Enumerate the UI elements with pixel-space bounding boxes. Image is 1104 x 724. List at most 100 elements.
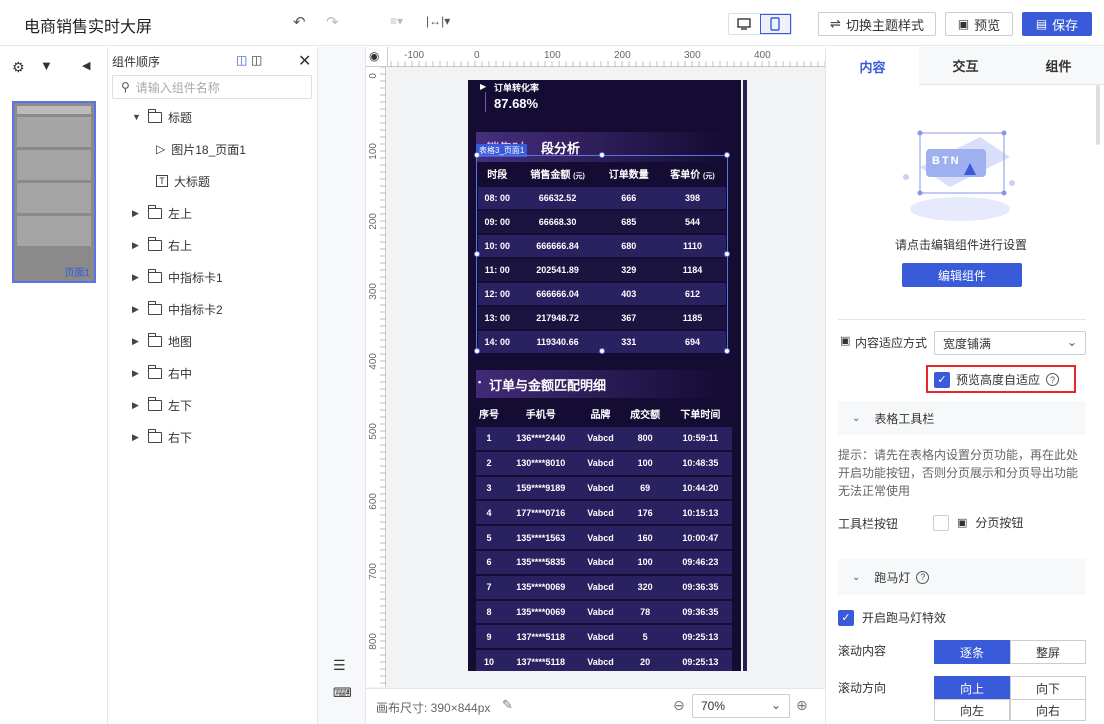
desktop-icon[interactable] (729, 14, 760, 34)
help-icon[interactable]: ? (916, 570, 930, 584)
resize-handle[interactable] (724, 348, 730, 354)
table-cell: 612 (684, 289, 700, 299)
edit-illustration: BTN (900, 127, 1018, 227)
table-row: 11: 00 202541.89 329 1184 (478, 259, 726, 281)
toolbar-tip: 提示：请先在表格内设置分页功能，再在此处开启功能按钮，否则分页展示和分页导出功能… (838, 448, 1079, 498)
table-cell: Vabcd (587, 458, 614, 469)
layout-toggle-icon[interactable]: ◫ (236, 53, 247, 67)
scroll-dir-up[interactable]: 向上 (934, 676, 1010, 700)
distribute-icon[interactable]: |↔|▾ (426, 14, 450, 28)
zoom-select[interactable]: 70% ⌄ (692, 694, 790, 718)
table-cell: Vabcd (587, 631, 614, 642)
undo-icon[interactable]: ↶ (293, 13, 306, 31)
preview-button[interactable]: ▣ 预览 (945, 12, 1013, 36)
phone-preview[interactable]: ▶ 订单转化率 87.68% 销售时 段分析 表格3_页面1 时段 销售金额 (… (468, 80, 741, 671)
help-icon[interactable]: ? (1046, 373, 1060, 386)
tree-folder[interactable]: ▶ 右中 (132, 361, 192, 385)
ruler-top-label: -100 (404, 50, 424, 61)
layout-split-icon[interactable]: ◫ (251, 53, 262, 67)
scroll-dir-left[interactable]: 向左 (934, 699, 1010, 721)
folder-icon (147, 364, 162, 379)
properties-panel: 内容 交互 组件 BTN 请点击编辑组件进行设置 编辑组件 ▣ 内容适应方式 宽… (825, 47, 1104, 724)
search-input[interactable]: ⚲ 请输入组件名称 (112, 75, 312, 99)
tree-folder[interactable]: ▶ 右上 (132, 233, 192, 257)
folder-icon (147, 428, 162, 443)
switch-theme-button[interactable]: ⇌ 切换主题样式 (818, 12, 936, 36)
scroll-dir-right[interactable]: 向右 (1010, 699, 1086, 721)
phone-scrollbar[interactable] (743, 80, 747, 671)
tab-content[interactable]: 内容 (826, 47, 919, 85)
tree-folder[interactable]: ▶ 左上 (132, 201, 192, 225)
illustration-text: BTN (932, 155, 961, 167)
scroll-content-item[interactable]: 逐条 (934, 640, 1010, 664)
table-row: 1 136****2440 Vabcd 800 10:59:11 (476, 427, 732, 450)
resize-handle[interactable] (599, 152, 605, 158)
table-cell: 135****0069 (516, 582, 566, 593)
edit-component-button[interactable]: 编辑组件 (902, 263, 1022, 287)
ruler-corner[interactable]: ◉ (366, 47, 388, 67)
scroll-dir-down[interactable]: 向下 (1010, 676, 1086, 700)
keyboard-icon[interactable]: ⌨ (333, 685, 352, 701)
eye-icon[interactable]: ◉ (369, 49, 379, 63)
ruler-left-label: 500 (368, 423, 379, 440)
tab-component[interactable]: 组件 (1012, 47, 1104, 85)
resize-handle[interactable] (599, 348, 605, 354)
tree-root[interactable]: ▼ 标题 (132, 105, 192, 129)
collapse-left-icon[interactable]: ◀ (82, 59, 90, 72)
tree-folder[interactable]: ▶ 中指标卡2 (132, 297, 223, 321)
table-cell: 66632.52 (538, 193, 577, 203)
resize-handle[interactable] (474, 348, 480, 354)
edit-size-icon[interactable]: ✎ (502, 697, 513, 713)
tab-interaction[interactable]: 交互 (919, 47, 1012, 85)
table-cell: 137****5118 (516, 631, 566, 642)
fit-select[interactable]: 宽度铺满 ⌄ (934, 331, 1086, 355)
table-cell: 135****1563 (516, 532, 566, 543)
ruler-left-label: 800 (368, 633, 379, 650)
close-icon[interactable]: ✕ (298, 51, 311, 71)
table-cell: 9 (486, 631, 492, 642)
paging-button-checkbox[interactable]: ▣ 分页按钮 (933, 514, 1023, 531)
checkbox-checked-icon[interactable]: ✓ (934, 371, 950, 388)
marquee-enable-checkbox[interactable]: ✓ 开启跑马灯特效 (838, 609, 946, 626)
resize-handle[interactable] (474, 251, 480, 257)
toolbar-section-header[interactable]: ⌄ 表格工具栏 (838, 401, 1086, 435)
checkbox-unchecked-icon[interactable] (933, 514, 949, 531)
scroll-content-screen[interactable]: 整屏 (1010, 640, 1086, 664)
save-button[interactable]: ▤ 保存 (1022, 12, 1092, 36)
tree-folder[interactable]: ▶ 中指标卡1 (132, 265, 223, 289)
mobile-icon[interactable] (759, 14, 791, 34)
tree-item-title[interactable]: T 大标题 (156, 169, 210, 193)
tree-folder[interactable]: ▶ 右下 (132, 425, 192, 449)
table-cell: 1185 (682, 313, 703, 323)
layers-icon[interactable]: ☰ (333, 657, 346, 674)
filter-icon[interactable]: ▼ (40, 58, 53, 73)
resize-handle[interactable] (724, 152, 730, 158)
table-cell: 09:36:35 (682, 606, 719, 617)
redo-icon[interactable]: ↷ (326, 13, 339, 31)
align-icon[interactable]: ≡▾ (390, 14, 403, 28)
checkbox-checked-icon[interactable]: ✓ (838, 609, 854, 626)
table-cell: 4 (486, 507, 492, 518)
tree-folder[interactable]: ▶ 地图 (132, 329, 192, 353)
text-icon: T (156, 175, 168, 187)
ruler-top-label: 300 (684, 50, 701, 61)
caret-right-icon: ▶ (132, 335, 139, 346)
marquee-section-header[interactable]: ⌄ 跑马灯 ? (838, 559, 1086, 595)
table-cell: Vabcd (587, 557, 614, 568)
page-thumbnail[interactable]: 页面1 (12, 101, 96, 283)
settings-icon[interactable]: ⚙ (12, 59, 25, 76)
zoom-in-icon[interactable]: ⊕ (796, 697, 808, 714)
table-cell: 666666.04 (536, 289, 579, 299)
table-cell: 329 (621, 265, 637, 275)
caret-down-icon: ▼ (132, 112, 141, 122)
panel-scrollbar[interactable] (1096, 85, 1100, 145)
preview-height-checkbox[interactable]: ✓ 预览高度自适应 ? (934, 371, 1060, 388)
save-icon: ▤ (1035, 17, 1048, 31)
table-cell: 69 (640, 482, 651, 493)
zoom-out-icon[interactable]: ⊖ (673, 697, 685, 714)
resize-handle[interactable] (474, 152, 480, 158)
resize-handle[interactable] (724, 251, 730, 257)
tree-item-image[interactable]: ▷ 图片18_页面1 (156, 137, 246, 161)
tree-folder[interactable]: ▶ 左下 (132, 393, 192, 417)
scroll-direction-label: 滚动方向 (838, 681, 887, 695)
